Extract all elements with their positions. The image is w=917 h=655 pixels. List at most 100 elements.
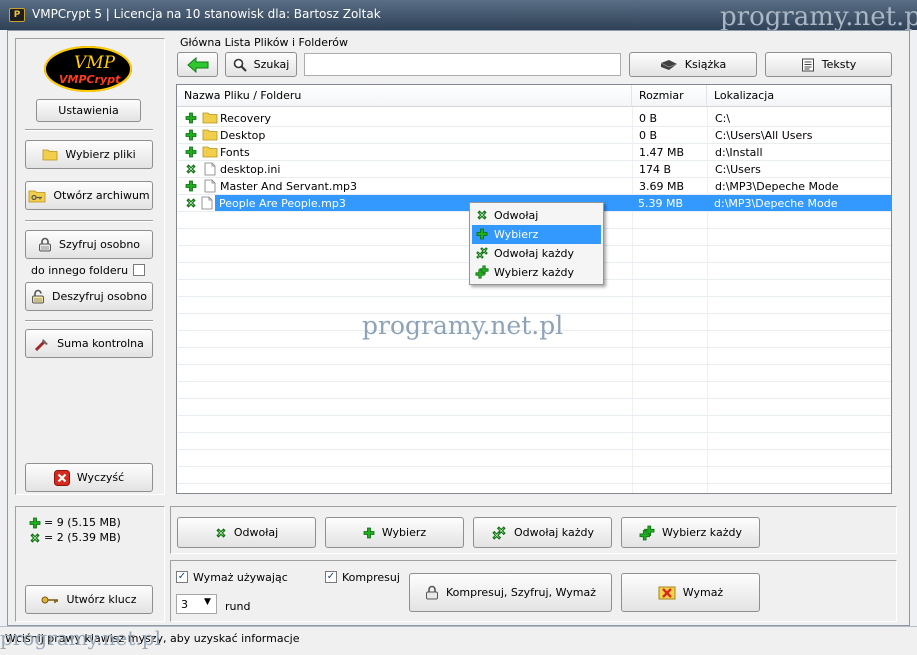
file-size: 1.47 MB	[639, 146, 685, 159]
x-mark-icon	[185, 197, 197, 209]
key-icon	[41, 596, 59, 603]
file-size: 0 B	[639, 129, 658, 142]
file-location: d:\Install	[715, 146, 763, 159]
lock-icon	[38, 237, 51, 252]
file-row[interactable]: Desktop 0 B C:\Users\All Users	[178, 127, 891, 144]
open-archive-button[interactable]: Otwórz archiwum	[25, 181, 153, 210]
window-title: VMPCrypt 5 | Licencja na 10 stanowisk dl…	[32, 7, 381, 21]
file-size: 3.69 MB	[639, 180, 685, 193]
logo-wordmark: VMPCrypt	[59, 73, 121, 86]
file-name: desktop.ini	[220, 163, 281, 176]
multi-x-icon	[476, 247, 488, 259]
x-mark-icon	[29, 532, 41, 544]
back-button[interactable]	[177, 52, 218, 77]
file-location: d:\MP3\Depeche Mode	[714, 197, 838, 210]
file-name: Desktop	[220, 129, 266, 142]
folder-icon	[42, 148, 58, 161]
file-list[interactable]: Nazwa Pliku / Folderu Rozmiar Lokalizacj…	[176, 84, 892, 494]
plus-icon	[476, 228, 488, 240]
file-icon	[204, 179, 216, 193]
file-icon	[204, 162, 216, 176]
file-row[interactable]: Fonts 1.47 MB d:\Install	[178, 144, 891, 161]
file-name: Fonts	[220, 146, 250, 159]
selected-count: = 9 (5.15 MB)	[44, 516, 121, 529]
file-name: Master And Servant.mp3	[220, 180, 358, 193]
unselected-count: = 2 (5.39 MB)	[44, 531, 121, 544]
document-icon	[801, 58, 814, 71]
plus-icon	[363, 527, 375, 539]
plus-icon	[185, 146, 197, 158]
vmpcrypt-logo: VMP VMPCrypt	[44, 46, 132, 92]
status-bar: Wciśnij prawy klawisz myszy, aby uzyskać…	[0, 626, 917, 655]
other-folder-checkbox[interactable]	[133, 264, 145, 276]
stamp-icon	[35, 338, 49, 351]
wipe-using-checkbox[interactable]: ✓	[176, 571, 188, 583]
plus-icon	[185, 129, 197, 141]
search-icon	[233, 58, 247, 72]
file-row[interactable]: desktop.ini 174 B C:\Users	[178, 161, 891, 178]
logo-monogram: VMP	[74, 53, 116, 73]
context-menu-item-select-all[interactable]: Wybierz każdy	[472, 263, 601, 282]
file-location: C:\	[715, 112, 731, 125]
folder-icon	[202, 128, 218, 141]
x-mark-icon	[215, 527, 227, 539]
encrypt-separately-button[interactable]: Szyfruj osobno	[25, 230, 153, 259]
plus-icon	[185, 180, 197, 192]
other-folder-label: do innego folderu	[31, 264, 129, 277]
status-text: Wciśnij prawy klawisz myszy, aby uzyskać…	[5, 632, 300, 645]
x-mark-icon	[476, 209, 488, 221]
select-all-button[interactable]: Wybierz każdy	[621, 517, 760, 548]
file-row[interactable]: Master And Servant.mp3 3.69 MB d:\MP3\Depe…	[178, 178, 891, 195]
search-input[interactable]	[304, 53, 621, 76]
wipe-using-label: Wymaż używając	[193, 571, 288, 584]
file-location: C:\Users	[715, 163, 761, 176]
folder-icon	[202, 111, 218, 124]
decrypt-separately-button[interactable]: Deszyfruj osobno	[25, 282, 153, 311]
file-row[interactable]: Recovery 0 B C:\	[178, 110, 891, 127]
file-size: 174 B	[639, 163, 672, 176]
rounds-select[interactable]: 3 ▼	[176, 594, 217, 614]
file-name: People Are People.mp3	[219, 197, 346, 210]
compress-checkbox[interactable]: ✓	[325, 571, 337, 583]
search-button[interactable]: Szukaj	[225, 52, 297, 77]
lock-icon	[426, 585, 438, 600]
compress-encrypt-wipe-button[interactable]: Kompresuj, Szyfruj, Wymaż	[409, 573, 612, 612]
clear-button[interactable]: Wyczyść	[25, 463, 153, 492]
wipe-icon	[658, 586, 676, 599]
select-button[interactable]: Wybierz	[325, 517, 464, 548]
list-label: Główna Lista Plików i Folderów	[180, 36, 349, 49]
context-menu: Odwołaj Wybierz Odwołaj każdy Wybierz ka…	[469, 202, 604, 285]
settings-button[interactable]: Ustawienia	[36, 99, 141, 122]
unlock-icon	[31, 289, 44, 304]
context-menu-item-undo[interactable]: Odwołaj	[472, 206, 601, 225]
book-icon	[660, 59, 677, 70]
title-bar[interactable]: P VMPCrypt 5 | Licencja na 10 stanowisk …	[0, 0, 917, 30]
column-header-size[interactable]: Rozmiar	[632, 85, 707, 107]
column-header-name[interactable]: Nazwa Pliku / Folderu	[177, 85, 632, 107]
key-folder-icon	[28, 190, 46, 202]
multi-x-icon	[492, 526, 506, 539]
plus-icon	[29, 517, 41, 529]
context-menu-item-undo-all[interactable]: Odwołaj każdy	[472, 244, 601, 263]
create-key-button[interactable]: Utwórz klucz	[25, 585, 153, 614]
multi-plus-icon	[475, 265, 489, 279]
x-mark-icon	[185, 163, 197, 175]
undo-button[interactable]: Odwołaj	[177, 517, 316, 548]
compress-label: Kompresuj	[342, 571, 400, 584]
undo-all-button[interactable]: Odwołaj każdy	[473, 517, 612, 548]
plus-icon	[185, 112, 197, 124]
texts-button[interactable]: Teksty	[765, 52, 892, 77]
column-header-location[interactable]: Lokalizacja	[707, 85, 891, 107]
file-location: C:\Users\All Users	[715, 129, 813, 142]
book-button[interactable]: Książka	[629, 52, 757, 77]
file-name: Recovery	[220, 112, 272, 125]
rounds-label: rund	[225, 600, 251, 613]
close-icon	[53, 469, 70, 486]
folder-icon	[202, 145, 218, 158]
choose-files-button[interactable]: Wybierz pliki	[25, 140, 153, 169]
checksum-button[interactable]: Suma kontrolna	[25, 329, 153, 358]
wipe-button[interactable]: Wymaż	[621, 573, 760, 612]
multi-plus-icon	[639, 525, 655, 540]
file-icon	[201, 196, 213, 210]
context-menu-item-select[interactable]: Wybierz	[472, 225, 601, 244]
